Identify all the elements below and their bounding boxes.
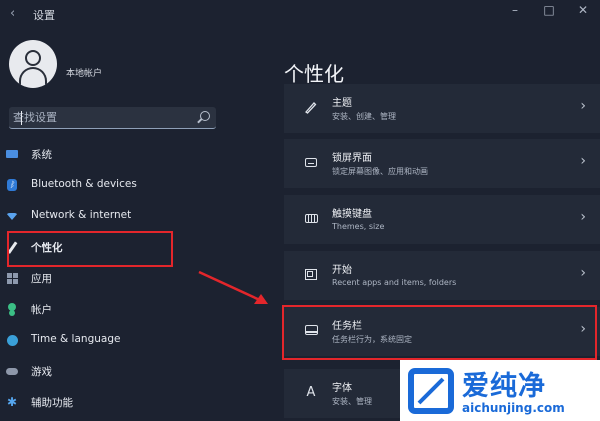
- red-arrow-icon: [198, 270, 268, 304]
- brand-logo-icon: [408, 368, 454, 414]
- watermark-brand: 爱纯净: [462, 371, 546, 402]
- watermark: 爱纯净 aichunjing.com: [400, 360, 600, 421]
- watermark-url: aichunjing.com: [462, 401, 565, 415]
